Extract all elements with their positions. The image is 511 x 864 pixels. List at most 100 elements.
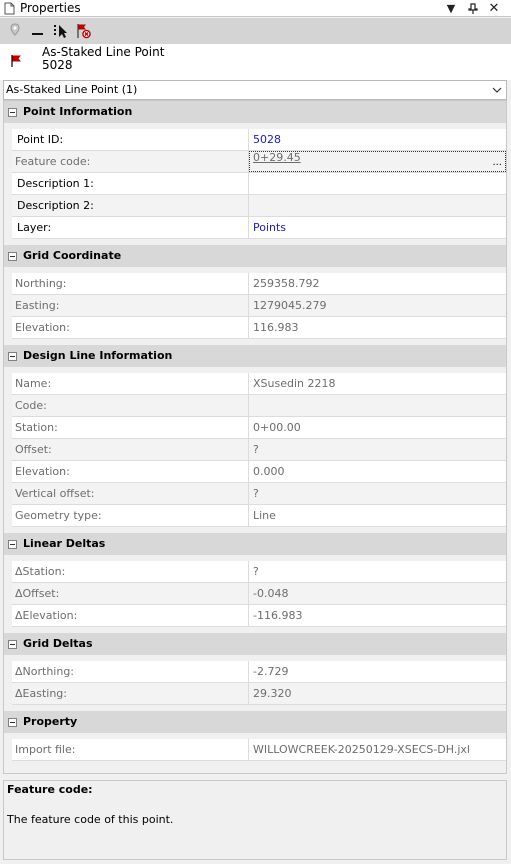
property-value[interactable]: 0.000 [253, 461, 505, 482]
property-value[interactable]: Points [253, 217, 505, 238]
property-name: Name: [12, 373, 249, 394]
ellipsis-button[interactable]: ... [492, 157, 502, 168]
property-value[interactable]: 259358.792 [253, 273, 505, 294]
section-header[interactable]: Grid Deltas [4, 633, 506, 655]
document-icon [4, 2, 15, 15]
property-value[interactable]: 5028 [253, 129, 505, 150]
property-value[interactable]: 29.320 [253, 683, 505, 704]
window-title: Properties [20, 1, 81, 15]
property-row[interactable]: ΔStation:? [12, 561, 506, 583]
properties-title-bar: Properties ▼ ✕ [0, 0, 511, 17]
property-row[interactable]: Elevation: 0.000 [12, 461, 506, 483]
property-row[interactable]: Easting: 1279045.279 [12, 295, 506, 317]
section-title: Point Information [23, 105, 133, 118]
property-value[interactable]: -116.983 [253, 605, 505, 626]
property-row[interactable]: ΔOffset: -0.048 [12, 583, 506, 605]
property-name: ΔElevation: [12, 605, 249, 626]
property-name: Feature code: [12, 151, 249, 172]
object-point-number: 5028 [42, 58, 73, 72]
property-value[interactable]: ? [253, 483, 505, 504]
object-type-label: As-Staked Line Point [42, 45, 165, 59]
property-name: Offset: [12, 439, 249, 460]
property-name: Easting: [12, 295, 249, 316]
property-row[interactable]: Layer: Points [12, 217, 506, 239]
property-row[interactable]: Vertical offset:? [12, 483, 506, 505]
property-row[interactable]: Offset:? [12, 439, 506, 461]
flag-icon [11, 55, 21, 67]
triangle-down-icon[interactable]: ▼ [442, 0, 460, 17]
property-name: ΔStation: [12, 561, 249, 582]
description-title: Feature code: [7, 783, 93, 796]
collapse-toggle-icon[interactable] [8, 640, 17, 649]
property-row[interactable]: Description 2: [12, 195, 506, 217]
property-value[interactable] [253, 173, 505, 194]
property-row[interactable]: ΔElevation: -116.983 [12, 605, 506, 627]
property-value[interactable]: -2.729 [253, 661, 505, 682]
object-selector-dropdown[interactable]: As-Staked Line Point (1) [3, 80, 507, 100]
property-name: Import file: [12, 739, 249, 760]
property-row[interactable]: Station: 0+00.00 [12, 417, 506, 439]
collapse-toggle-icon[interactable] [8, 352, 17, 361]
section-title: Grid Deltas [23, 637, 93, 650]
property-value[interactable]: 0+00.00 [253, 417, 505, 438]
property-value[interactable]: ? [253, 561, 505, 582]
property-name: ΔOffset: [12, 583, 249, 604]
marker-pin-icon[interactable] [6, 22, 24, 40]
property-value[interactable]: 0+29.45 [249, 151, 506, 172]
property-row[interactable]: Feature code: 0+29.45... [12, 151, 506, 173]
property-value[interactable]: WILLOWCREEK-20250129-XSECS-DH.jxl [253, 739, 505, 760]
description-text: The feature code of this point. [7, 813, 174, 826]
property-name: Description 2: [12, 195, 249, 216]
object-header: As-Staked Line Point 5028 [0, 44, 511, 80]
collapse-toggle-icon[interactable] [8, 252, 17, 261]
section-header[interactable]: Grid Coordinate [4, 245, 506, 267]
property-row[interactable]: Description 1: [12, 173, 506, 195]
property-value[interactable]: 116.983 [253, 317, 505, 338]
property-value[interactable] [253, 395, 505, 416]
flag-x-icon[interactable] [75, 22, 93, 40]
cursor-select-icon[interactable] [52, 22, 70, 40]
property-value[interactable]: Line [253, 505, 505, 526]
collapse-toggle-icon[interactable] [8, 718, 17, 727]
collapse-toggle-icon[interactable] [8, 540, 17, 549]
property-value[interactable]: 1279045.279 [253, 295, 505, 316]
property-value[interactable]: -0.048 [253, 583, 505, 604]
property-row[interactable]: Import file: WILLOWCREEK-20250129-XSECS-D… [12, 739, 506, 761]
property-row[interactable]: Elevation: 116.983 [12, 317, 506, 339]
property-row[interactable]: Name: XSusedin 2218 [12, 373, 506, 395]
section-title: Grid Coordinate [23, 249, 122, 262]
property-row[interactable]: ΔNorthing: -2.729 [12, 661, 506, 683]
pin-icon[interactable] [464, 0, 482, 17]
property-name: ΔEasting: [12, 683, 249, 704]
property-row[interactable]: Geometry type: Line [12, 505, 506, 527]
property-name: Vertical offset: [12, 483, 249, 504]
property-row[interactable]: Point ID: 5028 [12, 129, 506, 151]
property-name: Station: [12, 417, 249, 438]
property-row[interactable]: Code: [12, 395, 506, 417]
property-value[interactable] [253, 195, 505, 216]
property-value[interactable]: XSusedin 2218 [253, 373, 505, 394]
section-header[interactable]: Design Line Information [4, 345, 506, 367]
property-name: Layer: [12, 217, 249, 238]
property-name: Geometry type: [12, 505, 249, 526]
property-row[interactable]: Northing: 259358.792 [12, 273, 506, 295]
property-name: Elevation: [12, 317, 249, 338]
description-pane: Feature code: The feature code of this p… [3, 780, 507, 860]
collapse-toggle-icon[interactable] [8, 108, 17, 117]
property-name: ΔNorthing: [12, 661, 249, 682]
property-grid: Point Information Point ID: 5028 Feature co… [3, 100, 507, 774]
section-header[interactable]: Linear Deltas [4, 533, 506, 555]
property-value[interactable]: ? [253, 439, 505, 460]
section-header[interactable]: Property [4, 711, 506, 733]
property-name: Point ID: [12, 129, 249, 150]
section-title: Property [23, 715, 78, 728]
toolbar [0, 18, 511, 44]
section-header[interactable]: Point Information [4, 101, 506, 123]
property-row[interactable]: ΔEasting: 29.320 [12, 683, 506, 705]
property-name: Elevation: [12, 461, 249, 482]
chevron-down-icon[interactable] [492, 84, 502, 96]
section-title: Linear Deltas [23, 537, 106, 550]
dash-icon[interactable] [29, 22, 47, 40]
selector-value: As-Staked Line Point (1) [6, 83, 138, 96]
close-icon[interactable]: ✕ [485, 0, 503, 17]
